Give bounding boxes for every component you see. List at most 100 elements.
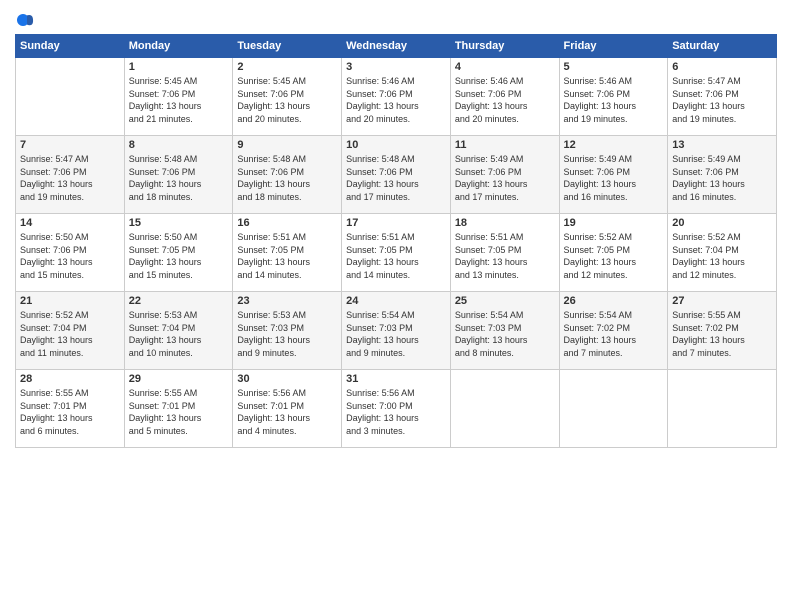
- day-info: Sunrise: 5:45 AM Sunset: 7:06 PM Dayligh…: [129, 75, 229, 125]
- calendar-cell: 17 Sunrise: 5:51 AM Sunset: 7:05 PM Dayli…: [342, 214, 451, 292]
- calendar-cell: 26Sunrise: 5:54 AM Sunset: 7:02 PM Dayli…: [559, 292, 668, 370]
- calendar-cell: 8 Sunrise: 5:48 AM Sunset: 7:06 PM Daylig…: [124, 136, 233, 214]
- day-number: 11: [455, 139, 555, 151]
- day-info: Sunrise: 5:47 AM Sunset: 7:06 PM Dayligh…: [672, 75, 772, 125]
- week-row-5: 28 Sunrise: 5:55 AM Sunset: 7:01 PM Dayli…: [16, 370, 777, 448]
- header-row: SundayMondayTuesdayWednesdayThursdayFrid…: [16, 35, 777, 58]
- day-number: 31: [346, 373, 446, 385]
- day-number: 6: [672, 61, 772, 73]
- day-number: 21: [20, 295, 120, 307]
- col-header-friday: Friday: [559, 35, 668, 58]
- day-number: 12: [564, 139, 664, 151]
- calendar-cell: 23 Sunrise: 5:53 AM Sunset: 7:03 PM Dayli…: [233, 292, 342, 370]
- col-header-wednesday: Wednesday: [342, 35, 451, 58]
- calendar-cell: [668, 370, 777, 448]
- day-info: Sunrise: 5:52 AM Sunset: 7:04 PM Dayligh…: [672, 231, 772, 281]
- day-number: 17: [346, 217, 446, 229]
- calendar-cell: 21Sunrise: 5:52 AM Sunset: 7:04 PM Dayli…: [16, 292, 125, 370]
- day-number: 30: [237, 373, 337, 385]
- calendar-cell: 11 Sunrise: 5:49 AM Sunset: 7:06 PM Dayli…: [450, 136, 559, 214]
- day-info: Sunrise: 5:51 AM Sunset: 7:05 PM Dayligh…: [237, 231, 337, 281]
- logo: [15, 10, 39, 30]
- day-info: Sunrise: 5:56 AM Sunset: 7:00 PM Dayligh…: [346, 387, 446, 437]
- day-number: 16: [237, 217, 337, 229]
- day-number: 22: [129, 295, 229, 307]
- day-info: Sunrise: 5:48 AM Sunset: 7:06 PM Dayligh…: [346, 153, 446, 203]
- day-info: Sunrise: 5:47 AM Sunset: 7:06 PM Dayligh…: [20, 153, 120, 203]
- calendar-cell: 12 Sunrise: 5:49 AM Sunset: 7:06 PM Dayli…: [559, 136, 668, 214]
- calendar-cell: 27Sunrise: 5:55 AM Sunset: 7:02 PM Dayli…: [668, 292, 777, 370]
- day-number: 19: [564, 217, 664, 229]
- day-number: 3: [346, 61, 446, 73]
- day-number: 24: [346, 295, 446, 307]
- calendar-cell: [450, 370, 559, 448]
- day-number: 10: [346, 139, 446, 151]
- calendar-cell: 5 Sunrise: 5:46 AM Sunset: 7:06 PM Daylig…: [559, 58, 668, 136]
- calendar-cell: 22 Sunrise: 5:53 AM Sunset: 7:04 PM Dayli…: [124, 292, 233, 370]
- day-info: Sunrise: 5:55 AM Sunset: 7:01 PM Dayligh…: [20, 387, 120, 437]
- week-row-2: 7 Sunrise: 5:47 AM Sunset: 7:06 PM Daylig…: [16, 136, 777, 214]
- logo-icon: [15, 10, 35, 30]
- day-info: Sunrise: 5:48 AM Sunset: 7:06 PM Dayligh…: [237, 153, 337, 203]
- calendar-cell: 24 Sunrise: 5:54 AM Sunset: 7:03 PM Dayli…: [342, 292, 451, 370]
- calendar-cell: [16, 58, 125, 136]
- calendar-cell: 2 Sunrise: 5:45 AM Sunset: 7:06 PM Daylig…: [233, 58, 342, 136]
- calendar-cell: 14Sunrise: 5:50 AM Sunset: 7:06 PM Dayli…: [16, 214, 125, 292]
- day-number: 4: [455, 61, 555, 73]
- week-row-3: 14Sunrise: 5:50 AM Sunset: 7:06 PM Dayli…: [16, 214, 777, 292]
- col-header-saturday: Saturday: [668, 35, 777, 58]
- day-info: Sunrise: 5:50 AM Sunset: 7:05 PM Dayligh…: [129, 231, 229, 281]
- day-number: 27: [672, 295, 772, 307]
- day-info: Sunrise: 5:49 AM Sunset: 7:06 PM Dayligh…: [564, 153, 664, 203]
- day-info: Sunrise: 5:48 AM Sunset: 7:06 PM Dayligh…: [129, 153, 229, 203]
- calendar-cell: [559, 370, 668, 448]
- calendar-cell: 4 Sunrise: 5:46 AM Sunset: 7:06 PM Daylig…: [450, 58, 559, 136]
- day-number: 23: [237, 295, 337, 307]
- day-info: Sunrise: 5:46 AM Sunset: 7:06 PM Dayligh…: [346, 75, 446, 125]
- day-number: 28: [20, 373, 120, 385]
- week-row-1: 1 Sunrise: 5:45 AM Sunset: 7:06 PM Daylig…: [16, 58, 777, 136]
- day-info: Sunrise: 5:55 AM Sunset: 7:01 PM Dayligh…: [129, 387, 229, 437]
- calendar-cell: 13Sunrise: 5:49 AM Sunset: 7:06 PM Dayli…: [668, 136, 777, 214]
- day-info: Sunrise: 5:45 AM Sunset: 7:06 PM Dayligh…: [237, 75, 337, 125]
- day-info: Sunrise: 5:46 AM Sunset: 7:06 PM Dayligh…: [564, 75, 664, 125]
- day-info: Sunrise: 5:53 AM Sunset: 7:03 PM Dayligh…: [237, 309, 337, 359]
- col-header-tuesday: Tuesday: [233, 35, 342, 58]
- col-header-monday: Monday: [124, 35, 233, 58]
- day-number: 2: [237, 61, 337, 73]
- day-number: 5: [564, 61, 664, 73]
- day-number: 8: [129, 139, 229, 151]
- day-number: 29: [129, 373, 229, 385]
- day-info: Sunrise: 5:53 AM Sunset: 7:04 PM Dayligh…: [129, 309, 229, 359]
- day-number: 26: [564, 295, 664, 307]
- day-info: Sunrise: 5:50 AM Sunset: 7:06 PM Dayligh…: [20, 231, 120, 281]
- day-info: Sunrise: 5:54 AM Sunset: 7:03 PM Dayligh…: [455, 309, 555, 359]
- calendar-cell: 29 Sunrise: 5:55 AM Sunset: 7:01 PM Dayli…: [124, 370, 233, 448]
- day-info: Sunrise: 5:49 AM Sunset: 7:06 PM Dayligh…: [455, 153, 555, 203]
- week-row-4: 21Sunrise: 5:52 AM Sunset: 7:04 PM Dayli…: [16, 292, 777, 370]
- day-info: Sunrise: 5:51 AM Sunset: 7:05 PM Dayligh…: [346, 231, 446, 281]
- calendar-cell: 3 Sunrise: 5:46 AM Sunset: 7:06 PM Daylig…: [342, 58, 451, 136]
- day-info: Sunrise: 5:52 AM Sunset: 7:05 PM Dayligh…: [564, 231, 664, 281]
- calendar-cell: 28 Sunrise: 5:55 AM Sunset: 7:01 PM Dayli…: [16, 370, 125, 448]
- calendar-cell: 16 Sunrise: 5:51 AM Sunset: 7:05 PM Dayli…: [233, 214, 342, 292]
- day-number: 20: [672, 217, 772, 229]
- day-number: 7: [20, 139, 120, 151]
- calendar-cell: 30Sunrise: 5:56 AM Sunset: 7:01 PM Dayli…: [233, 370, 342, 448]
- day-info: Sunrise: 5:49 AM Sunset: 7:06 PM Dayligh…: [672, 153, 772, 203]
- calendar-cell: 31 Sunrise: 5:56 AM Sunset: 7:00 PM Dayli…: [342, 370, 451, 448]
- day-number: 15: [129, 217, 229, 229]
- day-number: 1: [129, 61, 229, 73]
- calendar-cell: 18Sunrise: 5:51 AM Sunset: 7:05 PM Dayli…: [450, 214, 559, 292]
- day-info: Sunrise: 5:46 AM Sunset: 7:06 PM Dayligh…: [455, 75, 555, 125]
- calendar-cell: 25Sunrise: 5:54 AM Sunset: 7:03 PM Dayli…: [450, 292, 559, 370]
- day-info: Sunrise: 5:54 AM Sunset: 7:03 PM Dayligh…: [346, 309, 446, 359]
- calendar-cell: 1 Sunrise: 5:45 AM Sunset: 7:06 PM Daylig…: [124, 58, 233, 136]
- calendar-cell: 7 Sunrise: 5:47 AM Sunset: 7:06 PM Daylig…: [16, 136, 125, 214]
- calendar-cell: 9 Sunrise: 5:48 AM Sunset: 7:06 PM Daylig…: [233, 136, 342, 214]
- calendar-table: SundayMondayTuesdayWednesdayThursdayFrid…: [15, 34, 777, 448]
- day-number: 9: [237, 139, 337, 151]
- col-header-thursday: Thursday: [450, 35, 559, 58]
- calendar-cell: 20 Sunrise: 5:52 AM Sunset: 7:04 PM Dayli…: [668, 214, 777, 292]
- calendar-cell: 19 Sunrise: 5:52 AM Sunset: 7:05 PM Dayli…: [559, 214, 668, 292]
